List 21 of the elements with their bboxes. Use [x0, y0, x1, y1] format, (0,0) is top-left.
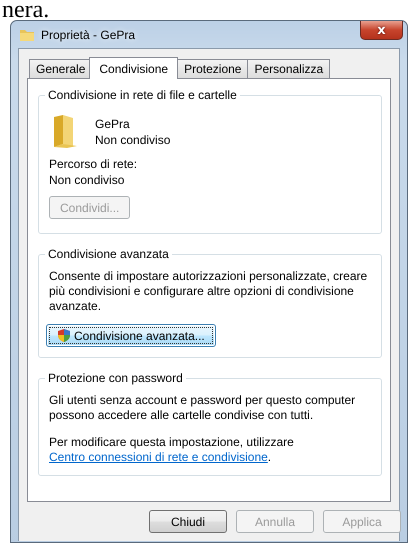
- tab[interactable]: Protezione: [177, 59, 248, 78]
- tab[interactable]: Personalizza: [247, 59, 330, 78]
- group-title: Condivisione in rete di file e cartelle: [45, 88, 240, 102]
- description-text: Gli utenti senza account e password per questo computer possono accedere alle cartelle condivise con tutti.: [49, 393, 356, 423]
- tab[interactable]: Condivisione: [89, 57, 178, 79]
- share-status: Non condiviso: [95, 132, 170, 148]
- folder-name: GePra: [95, 116, 131, 132]
- hint-text: Per modificare questa impostazione, utilizzare Centro connessioni di rete e condivisione.: [49, 435, 295, 465]
- window-title: Proprietà - GePra: [41, 28, 136, 42]
- close-dialog-button[interactable]: Chiudi: [149, 510, 227, 533]
- group-title: Protezione con password: [45, 371, 186, 385]
- folder-icon: [19, 28, 35, 42]
- network-center-link[interactable]: Centro connessioni di rete e condivisione: [49, 450, 268, 464]
- path-value: Non condiviso: [49, 172, 126, 188]
- description-text: Consente di impostare autorizzazioni personalizzate, creare più condivisioni e configurare altre opzioni di condivisione avanzate.: [49, 269, 368, 314]
- path-label: Percorso di rete:: [49, 156, 138, 172]
- close-button[interactable]: x: [360, 21, 403, 40]
- advanced-sharing-button[interactable]: Condivisione avanzata...: [46, 324, 216, 347]
- group-title: Condivisione avanzata: [45, 247, 172, 261]
- page-heading-text: nera.: [2, 0, 50, 20]
- shield-icon: [57, 328, 71, 343]
